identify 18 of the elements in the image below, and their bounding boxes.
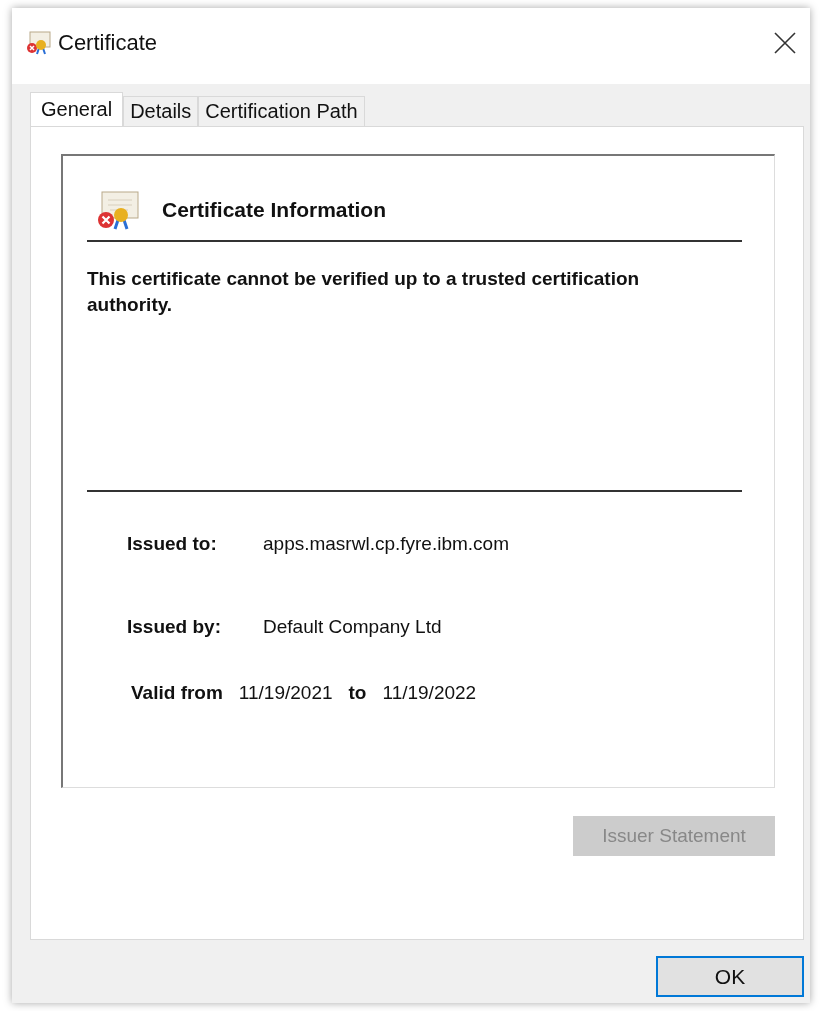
field-label: to — [348, 682, 367, 704]
date-value: 11/19/2022 — [382, 682, 477, 704]
certificate-error-icon — [96, 190, 140, 230]
ok-button[interactable]: OK — [656, 956, 804, 997]
verification-message: This certificate cannot be verified up to a trusted certification authority. — [87, 267, 641, 317]
date-value: 11/19/2021 — [238, 682, 333, 704]
window-title: Certificate — [58, 30, 158, 56]
tab[interactable]: Certification Path — [198, 96, 365, 126]
close-icon[interactable] — [774, 32, 796, 54]
certificate-error-icon — [26, 30, 52, 56]
tab[interactable]: Details — [123, 96, 199, 126]
field-label: Valid from — [131, 682, 223, 704]
field-value: Default Company Ltd — [263, 615, 442, 638]
field-label: Issued by: — [127, 615, 222, 638]
section-heading: Certificate Information — [162, 198, 387, 222]
field-label: Issued to: — [127, 532, 218, 555]
field-value: apps.masrwl.cp.fyre.ibm.com — [263, 532, 509, 555]
tab[interactable]: General — [30, 92, 124, 126]
